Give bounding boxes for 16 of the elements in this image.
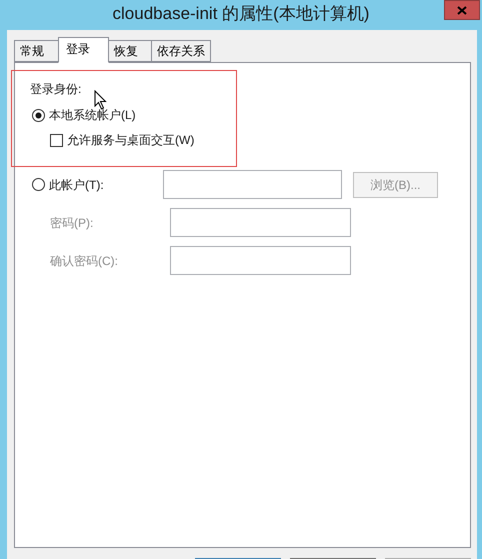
field-label: 确认密码(C): <box>50 252 119 270</box>
radio-label: 此帐户(T): <box>49 176 105 194</box>
group-label: 登录身份: <box>30 81 82 98</box>
checkbox[interactable] <box>50 134 63 146</box>
checkbox-label: 允许服务与桌面交互(W) <box>67 132 194 149</box>
account-field[interactable] <box>163 170 342 199</box>
tab[interactable]: 常规 <box>14 40 59 62</box>
cursor-icon <box>94 90 107 110</box>
close-icon <box>457 6 467 14</box>
window-title: cloudbase-init 的属性(本地计算机) <box>112 3 370 26</box>
field-label: 密码(P): <box>50 214 94 232</box>
tab[interactable]: 恢复 <box>108 40 153 62</box>
tab[interactable]: 依存关系 <box>151 40 211 62</box>
tab[interactable]: 登录 <box>58 37 109 63</box>
close-button[interactable] <box>444 0 480 20</box>
radio-label: 本地系统帐户(L) <box>49 107 136 124</box>
